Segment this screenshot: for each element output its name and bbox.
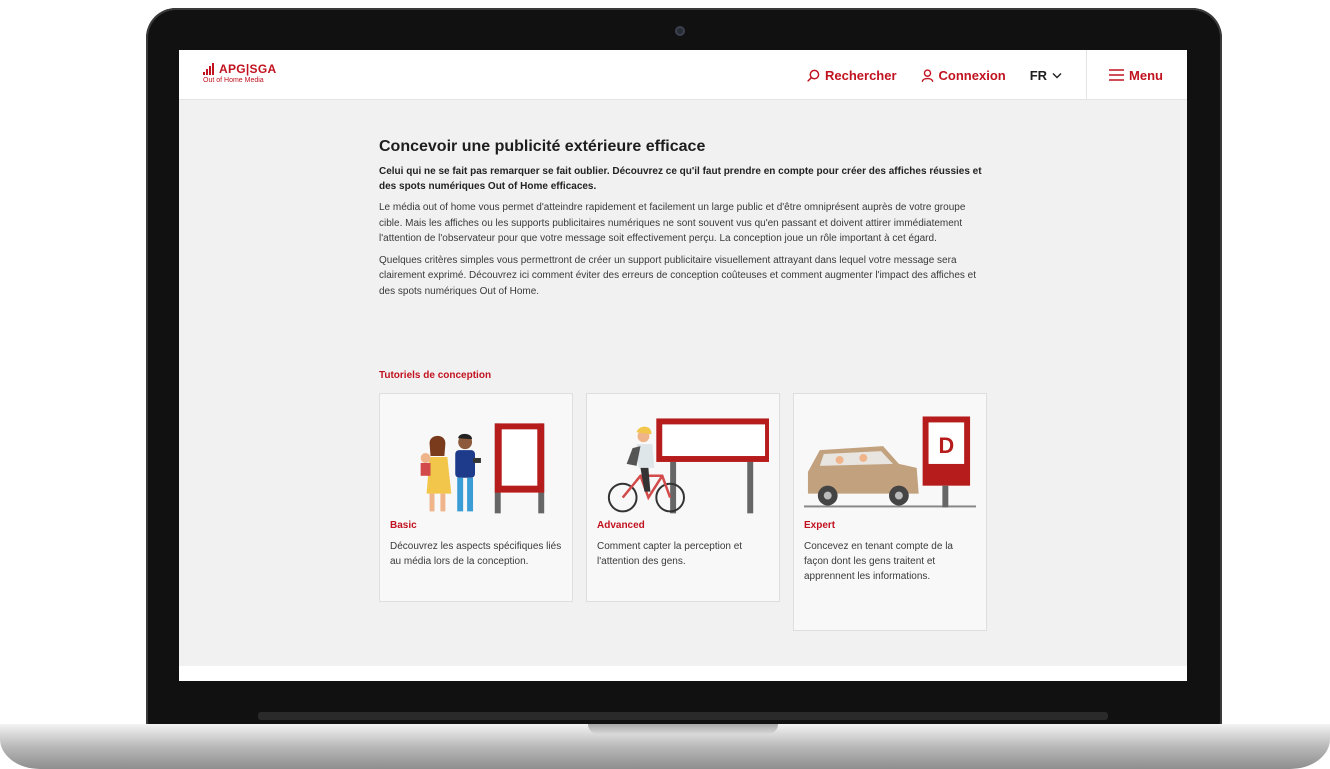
search-button[interactable]: Rechercher [807, 68, 897, 83]
page-footer-strip [179, 666, 1187, 681]
tutorial-card-expert[interactable]: D Expert Concevez en tenant compte de la… [793, 393, 987, 631]
tutorial-cards: Basic Découvrez les aspects spécifiques … [379, 393, 987, 631]
site-header: APG|SGA Out of Home Media Rechercher Con… [179, 50, 1187, 100]
card-title: Expert [804, 520, 836, 531]
hamburger-icon [1109, 69, 1125, 81]
card-description: Comment capter la perception et l'attent… [597, 541, 743, 567]
logo-text: APG|SGA [219, 62, 277, 76]
page-title: Concevoir une publicité extérieure effic… [379, 138, 706, 155]
car-poster-illustration: D [804, 416, 976, 508]
language-selector[interactable]: FR [1030, 68, 1062, 83]
apg-sga-logo[interactable]: APG|SGA Out of Home Media [203, 62, 276, 84]
browser-viewport: APG|SGA Out of Home Media Rechercher Con… [179, 50, 1187, 681]
article: Concevoir une publicité extérieure effic… [379, 138, 989, 305]
card-description: Concevez en tenant compte de la façon do… [804, 541, 953, 582]
chevron-down-icon [1052, 72, 1062, 78]
menu-label: Menu [1129, 67, 1163, 83]
login-label: Connexion [938, 67, 1006, 83]
card-title: Advanced [597, 520, 645, 531]
language-label: FR [1029, 67, 1048, 83]
card-title: Basic [390, 520, 417, 531]
search-label: Rechercher [824, 67, 897, 83]
article-lead: Celui qui ne se fait pas remarquer se fa… [379, 166, 982, 192]
laptop-base-notch [588, 724, 778, 734]
menu-button[interactable]: Menu [1109, 68, 1163, 83]
cyclist-billboard-illustration [607, 418, 769, 514]
tutorials-heading: Tutoriels de conception [379, 370, 492, 381]
poster-letter: D [938, 433, 954, 458]
main-nav: Rechercher Connexion FR Menu [783, 50, 1163, 100]
logo-bars-icon [203, 63, 216, 75]
login-button[interactable]: Connexion [921, 68, 1006, 83]
user-icon [921, 68, 933, 82]
logo-subtitle: Out of Home Media [203, 77, 264, 84]
family-poster-illustration [420, 423, 545, 514]
tutorial-card-advanced[interactable]: Advanced Comment capter la perception et… [586, 393, 780, 602]
card-description: Découvrez les aspects spécifiques liés a… [390, 541, 562, 567]
tutorial-card-basic[interactable]: Basic Découvrez les aspects spécifiques … [379, 393, 573, 602]
webcam [675, 26, 685, 36]
search-icon [807, 69, 820, 82]
article-paragraph: Le média out of home vous permet d'attei… [379, 202, 966, 244]
laptop-hinge [258, 712, 1108, 720]
article-paragraph: Quelques critères simples vous permettro… [379, 254, 976, 297]
nav-divider [1086, 50, 1088, 100]
